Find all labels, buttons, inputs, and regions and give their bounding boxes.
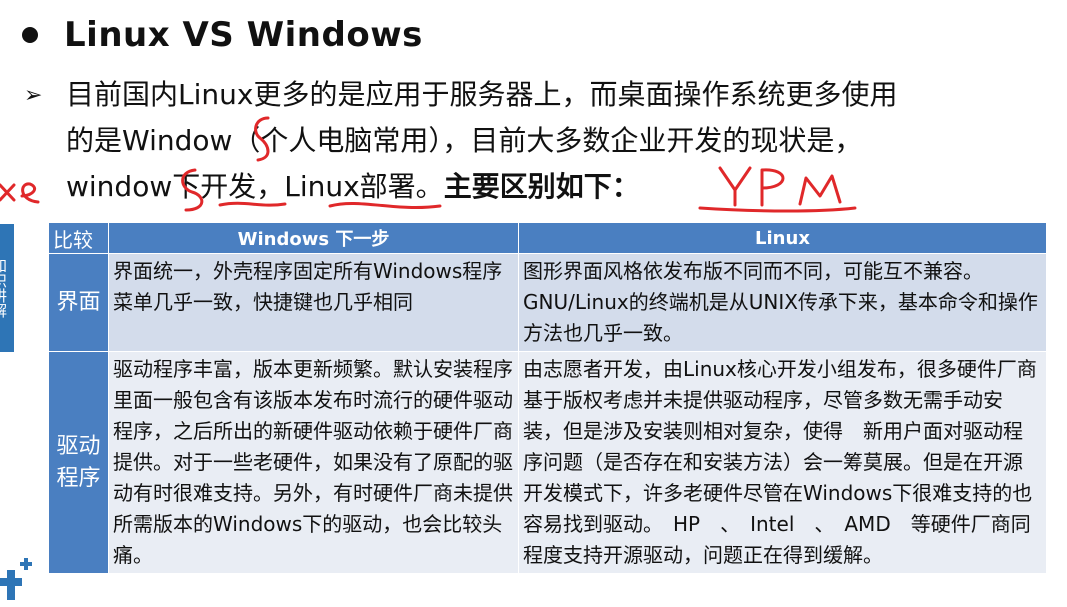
paragraph-line-2: 的是Window（个人电脑常用），目前大多数企业开发的现状是， [66,124,863,157]
paragraph-line-1: 目前国内Linux更多的是应用于服务器上，而桌面操作系统更多使用 [66,78,898,111]
slide-title-row: Linux VS Windows [22,12,423,58]
slide-title: Linux VS Windows [64,15,423,55]
header-compare: 比较 [48,222,109,254]
header-windows: Windows 下一步 [108,222,519,254]
row-label-drivers: 驱动程序 [48,351,109,574]
paragraph-line-3-normal: window下开发，Linux部署。 [66,170,444,203]
cell-windows-interface: 界面统一，外壳程序固定所有Windows程序菜单几乎一致，快捷键也几乎相同 [108,253,519,352]
plus-decoration-icon [0,558,32,600]
paragraph-line-3-bold: 主要区别如下： [443,170,640,203]
arrow-bullet-icon: ➢ [24,83,43,108]
table-row: 驱动程序 驱动程序丰富，版本更新频繁。默认安装程序里面一般包含有该版本发布时流行… [48,351,1047,574]
paragraph-line-3: window下开发，Linux部署。主要区别如下： [66,164,1006,210]
header-linux: Linux [518,222,1047,254]
handwriting-e-mark [20,182,40,204]
cell-linux-drivers: 由志愿者开发，由Linux核心开发小组发布，很多硬件厂商基于版权考虑并未提供驱动… [518,351,1047,574]
table-row: 界面 界面统一，外壳程序固定所有Windows程序菜单几乎一致，快捷键也几乎相同… [48,253,1047,352]
handwriting-x-mark [0,183,16,202]
comparison-table: 比较 Windows 下一步 Linux 界面 界面统一，外壳程序固定所有Win… [48,222,1047,574]
side-tab-knowledge[interactable]: 知识讲解 [0,224,14,352]
bullet-dot-icon [22,27,38,43]
cell-linux-interface: 图形界面风格依发布版不同而不同，可能互不兼容。GNU/Linux的终端机是从UN… [518,253,1047,352]
intro-paragraph: 目前国内Linux更多的是应用于服务器上，而桌面操作系统更多使用 的是Windo… [66,72,1006,210]
cell-windows-drivers: 驱动程序丰富，版本更新频繁。默认安装程序里面一般包含有该版本发布时流行的硬件驱动… [108,351,519,574]
row-label-interface: 界面 [48,253,109,352]
